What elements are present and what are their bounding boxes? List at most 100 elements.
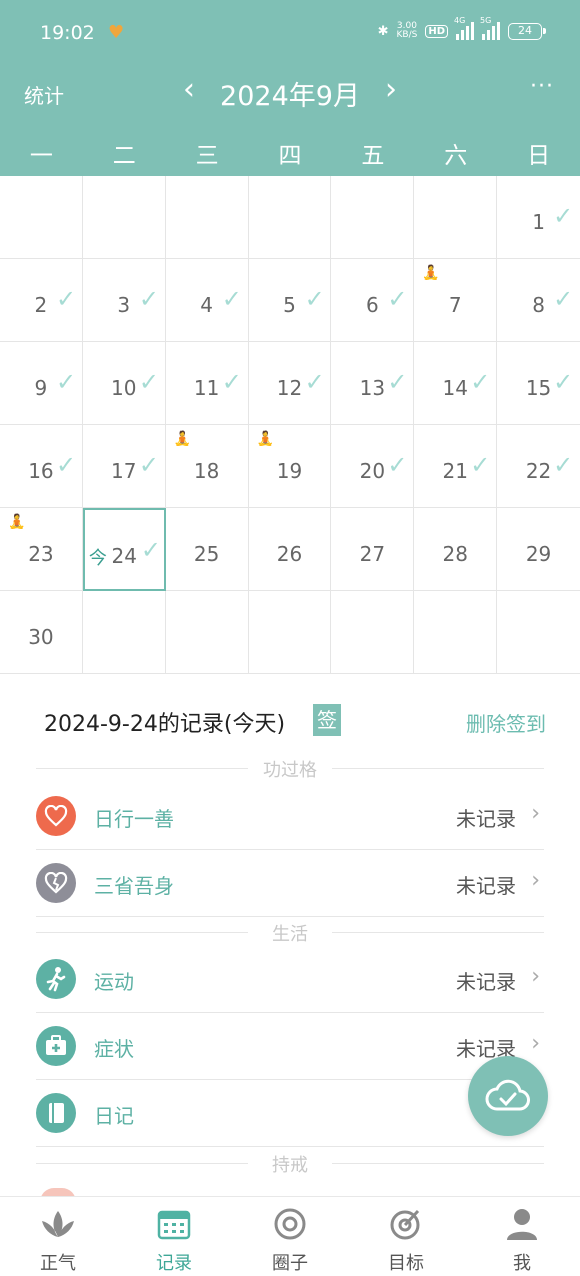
calendar-day-cell[interactable]: 🧘 7 xyxy=(414,259,498,342)
signed-badge: 签 xyxy=(313,704,341,736)
calendar-day-cell[interactable]: 30 xyxy=(0,591,83,674)
tab-label: 正气 xyxy=(40,1253,76,1274)
calendar-day-cell[interactable]: 3 ✓ xyxy=(82,259,166,342)
target-icon xyxy=(348,1207,464,1243)
check-icon: ✓ xyxy=(470,368,491,396)
calendar-day-cell[interactable]: 15 ✓ xyxy=(497,342,580,425)
running-icon xyxy=(36,959,76,999)
check-icon: ✓ xyxy=(304,368,325,396)
check-icon: ✓ xyxy=(221,285,242,313)
row-self-reflect[interactable]: 三省吾身 未记录 › xyxy=(36,850,544,917)
medkit-icon xyxy=(36,1026,76,1066)
calendar-icon xyxy=(116,1207,232,1243)
calendar-day-cell[interactable]: 🧘 23 xyxy=(0,508,83,591)
calendar-grid: 1 ✓ 2 ✓ 3 ✓ 4 ✓ 5 ✓ 6 ✓ 🧘 7 8 ✓ 9 ✓ 10 ✓ 11 ✓ 12 ✓ 13 ✓ 14 ✓ 15 ✓ 16 ✓ 1… xyxy=(0,176,580,674)
calendar-day-cell[interactable]: 14 ✓ xyxy=(414,342,498,425)
bottom-tab-bar: 正气 记录 圈子 目标 我 xyxy=(0,1196,580,1276)
broken-heart-icon xyxy=(36,863,76,903)
calendar-day-cell[interactable]: 29 xyxy=(497,508,580,591)
hd-voice-icon: HD xyxy=(425,24,448,38)
app-header: 19:02 ♥ ✱ 3.00 KB/S HD 4G 5G 24 统计 ‹ 202… xyxy=(0,0,580,176)
row-label: 日记 xyxy=(94,1104,134,1128)
cloud-sync-button[interactable] xyxy=(468,1056,548,1136)
tab-record[interactable]: 记录 xyxy=(116,1197,232,1276)
check-icon: ✓ xyxy=(56,285,77,313)
calendar-day-cell[interactable]: 27 xyxy=(331,508,415,591)
calendar-day-cell[interactable]: 25 xyxy=(165,508,249,591)
calendar-empty-cell xyxy=(82,176,166,259)
check-icon: ✓ xyxy=(387,451,408,479)
tab-zhengqi[interactable]: 正气 xyxy=(0,1197,116,1276)
calendar-day-cell[interactable]: 20 ✓ xyxy=(331,425,415,508)
calendar-day-cell[interactable]: 8 ✓ xyxy=(497,259,580,342)
calendar-day-cell[interactable]: 28 xyxy=(414,508,498,591)
calendar-empty-cell xyxy=(414,176,498,259)
stats-button[interactable]: 统计 xyxy=(24,80,64,109)
weekday-label: 五 xyxy=(361,143,385,169)
section-title: 功过格 xyxy=(263,760,317,781)
check-icon: ✓ xyxy=(304,285,325,313)
calendar-day-number: 29 xyxy=(525,542,552,566)
calendar-day-cell[interactable]: 今 24 ✓ xyxy=(82,508,166,591)
section-divider-precepts: 持戒 xyxy=(36,1153,544,1176)
chevron-right-icon: › xyxy=(531,868,540,893)
calendar-day-cell[interactable]: 4 ✓ xyxy=(165,259,249,342)
calendar-day-cell[interactable]: 1 ✓ xyxy=(497,176,580,259)
row-value: 未记录 xyxy=(456,874,516,898)
chevron-right-icon: › xyxy=(531,801,540,826)
calendar-day-cell[interactable]: 🧘 19 xyxy=(248,425,332,508)
weekday-label: 日 xyxy=(527,143,551,169)
calendar-day-cell[interactable]: 21 ✓ xyxy=(414,425,498,508)
calendar-day-number: 25 xyxy=(193,542,220,566)
check-icon: ✓ xyxy=(470,451,491,479)
calendar-empty-cell xyxy=(497,591,580,674)
tab-label: 目标 xyxy=(388,1253,424,1274)
row-exercise[interactable]: 运动 未记录 › xyxy=(36,946,544,1013)
calendar-day-cell[interactable]: 6 ✓ xyxy=(331,259,415,342)
chevron-right-icon: › xyxy=(531,964,540,989)
calendar-day-cell[interactable]: 5 ✓ xyxy=(248,259,332,342)
calendar-day-cell[interactable]: 2 ✓ xyxy=(0,259,83,342)
check-icon: ✓ xyxy=(387,285,408,313)
cloud-check-icon xyxy=(485,1079,530,1111)
weekday-label: 六 xyxy=(444,143,468,169)
row-label: 症状 xyxy=(94,1037,134,1061)
meditation-icon: 🧘 xyxy=(256,431,274,447)
check-icon: ✓ xyxy=(387,368,408,396)
calendar-day-cell[interactable]: 22 ✓ xyxy=(497,425,580,508)
net-speed: 3.00 KB/S xyxy=(397,22,418,40)
calendar-day-cell[interactable]: 16 ✓ xyxy=(0,425,83,508)
calendar-day-cell[interactable]: 26 xyxy=(248,508,332,591)
diary-book-icon xyxy=(36,1093,76,1133)
calendar-day-number: 30 xyxy=(28,625,54,649)
chevron-right-icon: › xyxy=(531,1031,540,1056)
check-icon: ✓ xyxy=(553,368,574,396)
next-month-icon[interactable]: › xyxy=(376,72,406,107)
row-value: 未记录 xyxy=(456,970,516,994)
weekday-label: 三 xyxy=(195,143,219,169)
tab-circle[interactable]: 圈子 xyxy=(232,1197,348,1276)
calendar-day-cell[interactable]: 11 ✓ xyxy=(165,342,249,425)
calendar-empty-cell xyxy=(165,591,249,674)
delete-checkin-button[interactable]: 删除签到 xyxy=(466,708,546,737)
calendar-empty-cell xyxy=(165,176,249,259)
row-symptom[interactable]: 症状 未记录 › xyxy=(36,1013,544,1080)
row-good-deed[interactable]: 日行一善 未记录 › xyxy=(36,783,544,850)
tab-label: 圈子 xyxy=(272,1253,308,1274)
calendar-day-cell[interactable]: 🧘 18 xyxy=(165,425,249,508)
calendar-empty-cell xyxy=(331,176,415,259)
calendar-day-cell[interactable]: 13 ✓ xyxy=(331,342,415,425)
weekday-label: 一 xyxy=(29,143,53,169)
calendar-day-cell[interactable]: 10 ✓ xyxy=(82,342,166,425)
section-divider-life: 生活 xyxy=(36,922,544,945)
tab-me[interactable]: 我 xyxy=(464,1197,580,1276)
weekday-header: 一 二 三 四 五 六 日 xyxy=(0,136,580,172)
calendar-day-cell[interactable]: 9 ✓ xyxy=(0,342,83,425)
more-options-icon[interactable]: ··· xyxy=(530,74,554,99)
calendar-day-number: 27 xyxy=(359,542,386,566)
calendar-day-number: 19 xyxy=(276,459,303,483)
calendar-day-cell[interactable]: 17 ✓ xyxy=(82,425,166,508)
calendar-day-cell[interactable]: 12 ✓ xyxy=(248,342,332,425)
tab-goal[interactable]: 目标 xyxy=(348,1197,464,1276)
calendar-empty-cell xyxy=(248,176,332,259)
